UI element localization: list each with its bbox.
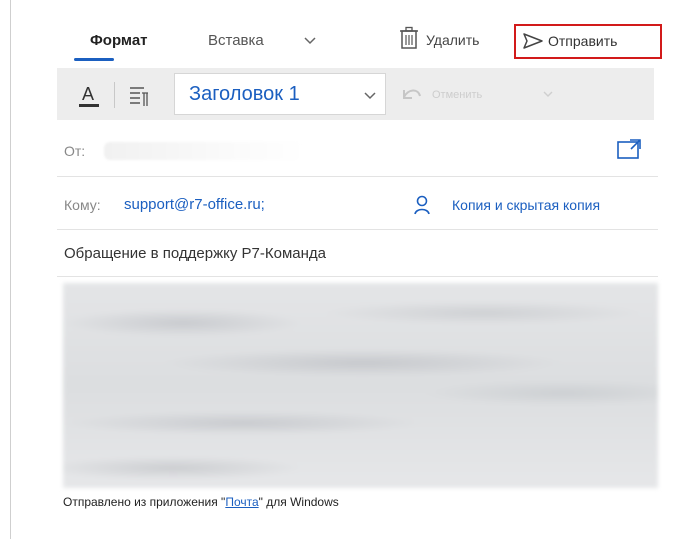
signature-line: Отправлено из приложения "Почта" для Win… <box>63 495 339 509</box>
tab-format-indicator <box>74 58 114 61</box>
popout-icon[interactable] <box>614 136 644 162</box>
from-label: От: <box>64 143 86 159</box>
font-color-icon[interactable]: A <box>76 80 102 112</box>
message-body[interactable] <box>63 283 658 488</box>
tab-format[interactable]: Формат <box>90 32 148 49</box>
divider <box>57 276 658 277</box>
undo-chevron-icon[interactable] <box>540 86 556 102</box>
paragraph-format-icon[interactable] <box>126 84 150 108</box>
to-label: Кому: <box>64 197 101 213</box>
chevron-down-icon <box>361 86 379 104</box>
ribbon-divider <box>114 82 115 108</box>
trash-icon[interactable] <box>398 26 420 50</box>
subject-field[interactable]: Обращение в поддержку Р7-Команда <box>64 245 326 262</box>
undo-label[interactable]: Отменить <box>432 89 482 101</box>
delete-button[interactable]: Удалить <box>426 32 479 48</box>
svg-text:A: A <box>82 84 94 104</box>
mail-app-link[interactable]: Почта <box>225 495 258 509</box>
tab-insert[interactable]: Вставка <box>208 32 264 49</box>
heading-style-select[interactable]: Заголовок 1 <box>174 73 386 115</box>
signature-suffix: " для Windows <box>258 495 339 509</box>
to-recipient[interactable]: support@r7-office.ru; <box>124 196 265 213</box>
send-button-label: Отправить <box>548 33 618 49</box>
cc-bcc-link[interactable]: Копия и скрытая копия <box>452 197 600 213</box>
from-address-field[interactable] <box>104 142 304 160</box>
tabs-more-chevron-icon[interactable] <box>300 30 320 50</box>
send-button[interactable]: Отправить <box>514 24 662 59</box>
heading-style-value: Заголовок 1 <box>189 83 300 105</box>
divider <box>57 176 658 177</box>
undo-icon[interactable] <box>396 82 424 108</box>
divider <box>57 229 658 230</box>
person-icon[interactable] <box>412 194 432 216</box>
send-icon <box>522 31 544 51</box>
signature-prefix: Отправлено из приложения " <box>63 495 226 509</box>
